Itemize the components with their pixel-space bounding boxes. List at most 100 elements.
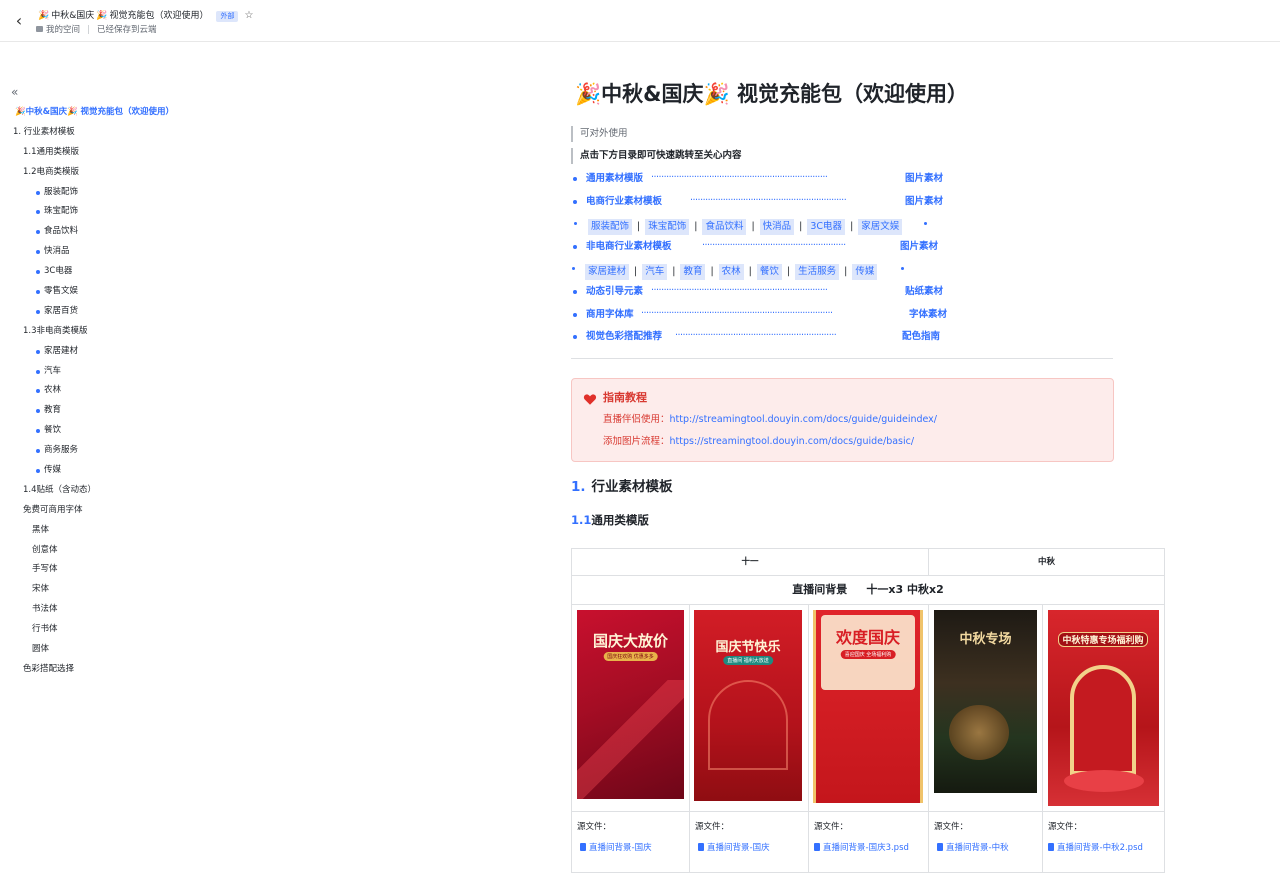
outline-item[interactable]: 餐饮: [0, 421, 230, 441]
file-link[interactable]: 直播间背景-中秋2.psd: [1048, 841, 1143, 853]
outline-item[interactable]: 手写体: [0, 560, 230, 580]
category-tag[interactable]: 农林: [718, 264, 744, 281]
outline-item[interactable]: 1.1通用类模版: [0, 143, 230, 163]
heart-icon: [583, 394, 597, 405]
outline-item[interactable]: 行书体: [0, 620, 230, 640]
poster-image[interactable]: 中秋专场: [934, 610, 1037, 793]
outline-item[interactable]: 1.2电商类模版: [0, 163, 230, 183]
file-icon: [580, 843, 586, 851]
party-popper-icon: 🎉: [575, 82, 602, 106]
outline-item[interactable]: 服装配饰: [0, 183, 230, 203]
outline-item[interactable]: 农林: [0, 381, 230, 401]
external-badge: 外部: [216, 10, 239, 22]
space-link[interactable]: 我的空间: [46, 23, 80, 35]
outline-item[interactable]: 3C电器: [0, 262, 230, 282]
outline-item[interactable]: 免费可商用字体: [0, 501, 230, 521]
toc-item[interactable]: 电商行业素材模板 ·······························…: [571, 191, 1131, 214]
poster-image[interactable]: 中秋特惠专场福利购: [1048, 610, 1159, 806]
outline-item[interactable]: 珠宝配饰: [0, 202, 230, 222]
star-icon[interactable]: ☆: [244, 9, 253, 23]
table-cell: 中秋专场: [929, 605, 1043, 811]
outline-item[interactable]: 书法体: [0, 600, 230, 620]
file-link[interactable]: 直播间背景-中秋: [937, 841, 1009, 853]
table-cell: 源文件： 直播间背景-国庆: [572, 812, 690, 872]
quote-block: 可对外使用 点击下方目录即可快速跳转至关心内容: [571, 125, 1111, 167]
outline-list: 🎉中秋&国庆🎉 视觉充能包（欢迎使用） 1. 行业素材模板 1.1通用类模版 1.2电…: [0, 103, 230, 680]
category-tag[interactable]: 生活服务: [795, 264, 840, 281]
category-tag[interactable]: 教育: [680, 264, 706, 281]
outline-item[interactable]: 商务服务: [0, 441, 230, 461]
bullet: [573, 289, 577, 294]
quote-line: 可对外使用: [571, 125, 1111, 147]
file-link[interactable]: 直播间背景-国庆: [698, 841, 770, 853]
table-header-cell: 中秋: [1037, 557, 1055, 567]
bullet: [901, 267, 904, 271]
category-tag[interactable]: 家居文娱: [858, 219, 903, 236]
toc-item[interactable]: 通用素材模版 ·································…: [571, 168, 1131, 191]
divider: [571, 358, 1113, 359]
category-tag[interactable]: 快消品: [759, 219, 795, 236]
table-row: 国庆大放价 国庆狂欢购 优惠多多 国庆节快乐 直播间 福利大放送 欢度国庆 喜迎…: [572, 605, 1164, 812]
category-tag[interactable]: 餐饮: [756, 264, 782, 281]
template-table: 十一 中秋 直播间背景 十一x3 中秋x2 国庆大放价 国庆狂欢购 优惠多多 国…: [571, 548, 1165, 873]
poster-image[interactable]: 国庆节快乐 直播间 福利大放送: [694, 610, 802, 801]
page-title: 🎉中秋&国庆🎉 视觉充能包（欢迎使用）: [575, 82, 968, 106]
non-ecom-tag-row: 家居建材 | 汽车 | 教育 | 农林 | 餐饮 | 生活服务 | 传媒: [571, 258, 1131, 281]
toc-item[interactable]: 动态引导元素 ·································…: [571, 281, 1131, 304]
outline-item[interactable]: 家居百货: [0, 302, 230, 322]
toc-item[interactable]: 商用字体库 ··································…: [571, 304, 1131, 327]
divider: [88, 24, 90, 34]
category-tag[interactable]: 传媒: [852, 264, 878, 281]
outline-item[interactable]: 家居建材: [0, 342, 230, 362]
table-header-cell: 十一: [572, 549, 929, 575]
outline-item[interactable]: 圆体: [0, 640, 230, 660]
guide-link[interactable]: http://streamingtool.douyin.com/docs/gui…: [670, 414, 938, 425]
outline-item[interactable]: 零售文娱: [0, 282, 230, 302]
doc-title: 🎉 中秋&国庆 🎉 视觉充能包（欢迎使用） 外部 ☆: [36, 9, 253, 23]
toc-leader: ········································…: [690, 194, 847, 206]
table-subheader: 直播间背景 十一x3 中秋x2: [572, 576, 1164, 605]
guide-link[interactable]: https://streamingtool.douyin.com/docs/gu…: [670, 436, 915, 447]
outline-item[interactable]: 汽车: [0, 362, 230, 382]
outline-item[interactable]: 🎉中秋&国庆🎉 视觉充能包（欢迎使用）: [0, 103, 230, 123]
toc-item[interactable]: 视觉色彩搭配推荐 ·······························…: [571, 326, 1131, 349]
file-link[interactable]: 直播间背景-国庆3.psd: [814, 841, 909, 853]
collapse-outline-icon[interactable]: «: [11, 85, 18, 99]
outline-item[interactable]: 创意体: [0, 541, 230, 561]
outline-item[interactable]: 教育: [0, 401, 230, 421]
toc-item[interactable]: 非电商行业素材模板 ······························…: [571, 236, 1131, 259]
outline-item[interactable]: 1.3非电商类模版: [0, 322, 230, 342]
outline-item[interactable]: 1.4贴纸（含动态）: [0, 481, 230, 501]
outline-item[interactable]: 食品饮料: [0, 222, 230, 242]
poster-image[interactable]: 国庆大放价 国庆狂欢购 优惠多多: [577, 610, 684, 799]
table-row: 源文件： 直播间背景-国庆 源文件： 直播间背景-国庆 源文件： 直播间背景-国…: [572, 812, 1164, 872]
outline-item[interactable]: 色彩搭配选择: [0, 660, 230, 680]
bullet: [574, 222, 577, 226]
save-status: 已经保存到云端: [97, 25, 157, 35]
party-popper-icon: 🎉: [96, 11, 108, 21]
callout-row: 添加图片流程：https://streamingtool.douyin.com/…: [603, 436, 915, 447]
party-popper-icon: 🎉: [38, 11, 50, 21]
table-cell: 欢度国庆 喜迎国庆 全场福利购: [809, 605, 929, 811]
outline-item[interactable]: 快消品: [0, 242, 230, 262]
file-link[interactable]: 直播间背景-国庆: [580, 841, 652, 853]
category-tag[interactable]: 3C电器: [807, 219, 846, 236]
outline-item[interactable]: 传媒: [0, 461, 230, 481]
category-tag[interactable]: 食品饮料: [702, 219, 747, 236]
category-tag[interactable]: 汽车: [642, 264, 668, 281]
table-cell: 源文件： 直播间背景-中秋2.psd: [1048, 822, 1143, 853]
party-popper-icon: 🎉: [703, 82, 730, 106]
bullet: [573, 244, 577, 249]
back-icon[interactable]: ‹: [10, 11, 28, 31]
outline-item[interactable]: 宋体: [0, 580, 230, 600]
toc-leader: ········································…: [702, 239, 846, 251]
outline-item[interactable]: 黑体: [0, 521, 230, 541]
category-tag[interactable]: 珠宝配饰: [645, 219, 690, 236]
table-cell: 源文件： 直播间背景-国庆: [690, 812, 809, 872]
outline-item[interactable]: 1. 行业素材模板: [0, 123, 230, 143]
category-tag[interactable]: 服装配饰: [588, 219, 633, 236]
poster-image[interactable]: 欢度国庆 喜迎国庆 全场福利购: [813, 610, 923, 803]
heading-2: 1.1通用类模版: [571, 513, 649, 527]
category-tag[interactable]: 家居建材: [585, 264, 630, 281]
file-icon: [937, 843, 943, 851]
